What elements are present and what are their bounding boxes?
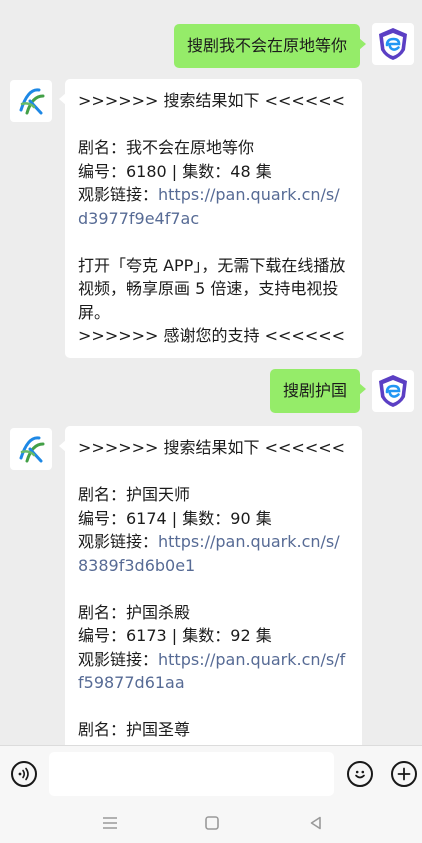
my-message-bubble[interactable]: 搜剧护国	[269, 369, 367, 413]
link-label: 观影链接：	[78, 532, 159, 551]
drama-meta: 编号：6173 | 集数：92 集	[78, 626, 272, 645]
result-header: >>>>>> 搜索结果如下 <<<<<<	[78, 438, 346, 457]
k-logo-icon	[19, 88, 45, 115]
drama-title: 剧名：我不会在原地等你	[78, 138, 255, 157]
emoji-icon	[355, 770, 365, 779]
shield-e-logo-icon	[379, 375, 407, 407]
bot-avatar[interactable]	[10, 428, 52, 470]
nav-back-button[interactable]	[306, 813, 326, 833]
voice-icon	[18, 767, 29, 781]
my-message-text: 搜剧我不会在原地等你	[186, 36, 347, 55]
shield-e-logo-icon	[379, 28, 407, 60]
link-line: 观影链接：https://pan.quark.cn/s/8389f3d6b0e1	[78, 530, 349, 577]
system-nav-bar	[0, 803, 422, 843]
drama-meta: 编号：6174 | 集数：90 集	[78, 508, 272, 528]
link-label: 观影链接：	[78, 649, 159, 669]
link-line: 观影链接：https://pan.quark.cn/s/d3977f9e4f7a…	[78, 183, 349, 230]
back-icon	[310, 816, 321, 830]
menu-icon	[103, 817, 117, 829]
drama-title: 剧名：护国杀殿	[78, 602, 191, 622]
k-logo-icon	[19, 436, 45, 463]
promo-text: 打开「夸克 APP」，无需下载在线播放视频，畅享原画 5 倍速，支持电视投屏。	[78, 255, 346, 322]
bot-reply-bubble[interactable]: >>>>>> 搜索结果如下 <<<<<< 剧名：我不会在原地等你 编号：6180…	[59, 79, 362, 358]
result-footer: >>>>>> 感谢您的支持 <<<<<<	[78, 326, 346, 345]
drama-title: 剧名：护国天师	[78, 485, 191, 504]
message-input[interactable]	[49, 752, 334, 796]
bot-avatar[interactable]	[10, 80, 52, 122]
my-avatar[interactable]	[372, 23, 414, 65]
plus-icon	[397, 767, 411, 781]
result-header: >>>>>> 搜索结果如下 <<<<<<	[78, 91, 346, 110]
drama-title: 剧名：护国圣尊	[78, 720, 191, 739]
my-message-text: 搜剧护国	[282, 381, 347, 400]
chat-area[interactable]: 搜剧我不会在原地等你 >>>>>> 搜索结果如下 <<<<<< 剧名：我不会在原…	[0, 0, 422, 745]
voice-button[interactable]	[11, 761, 37, 787]
nav-home-button[interactable]	[202, 813, 222, 833]
home-icon	[205, 816, 219, 830]
link-label: 观影链接：	[78, 185, 159, 204]
drama-meta: 编号：6180 | 集数：48 集	[78, 161, 272, 181]
emoji-button[interactable]	[347, 761, 373, 787]
my-message-bubble[interactable]: 搜剧我不会在原地等你	[173, 24, 367, 68]
my-avatar[interactable]	[372, 370, 414, 412]
input-bar	[0, 745, 422, 803]
bot-reply-bubble[interactable]: >>>>>> 搜索结果如下 <<<<<< 剧名：护国天师 编号：6174 | 集…	[59, 426, 362, 745]
nav-menu-button[interactable]	[100, 813, 120, 833]
plus-button[interactable]	[391, 761, 417, 787]
link-line: 观影链接：https://pan.quark.cn/s/ff59877d61aa	[78, 648, 349, 695]
